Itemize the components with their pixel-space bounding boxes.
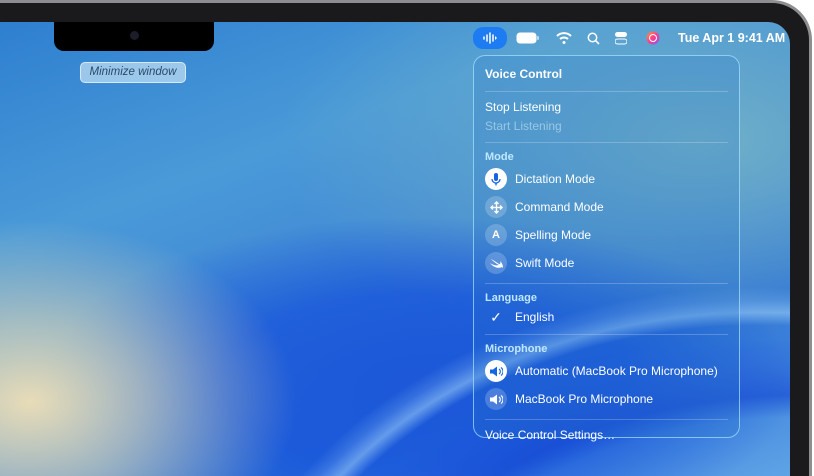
voice-control-icon — [483, 32, 497, 44]
command-mode-item[interactable]: Command Mode — [485, 193, 728, 221]
letter-a-icon: A — [485, 224, 507, 246]
start-listening-item: Start Listening — [485, 119, 562, 133]
microphone-automatic-label: Automatic (MacBook Pro Microphone) — [515, 364, 718, 378]
control-center-icon[interactable] — [614, 28, 628, 48]
separator — [485, 334, 728, 335]
separator — [485, 91, 728, 92]
battery-icon[interactable] — [516, 28, 540, 48]
swift-mode-label: Swift Mode — [515, 256, 575, 270]
separator — [485, 142, 728, 143]
swift-icon — [485, 252, 507, 274]
tooltip: Minimize window — [80, 62, 186, 83]
search-icon[interactable] — [586, 28, 600, 48]
voice-control-menu-extra[interactable] — [473, 27, 507, 49]
move-arrows-icon — [485, 196, 507, 218]
menu-title: Voice Control — [485, 67, 563, 81]
siri-icon[interactable] — [645, 28, 661, 48]
voice-control-settings-item[interactable]: Voice Control Settings… — [485, 426, 728, 445]
dictation-mode-item[interactable]: Dictation Mode — [485, 165, 728, 193]
microphone-header: Microphone — [485, 343, 548, 355]
language-english-item[interactable]: ✓ English — [485, 306, 728, 328]
microphone-automatic-item[interactable]: Automatic (MacBook Pro Microphone) — [485, 357, 728, 385]
stop-listening-item[interactable]: Stop Listening — [485, 98, 728, 117]
wifi-icon[interactable] — [555, 28, 573, 48]
spelling-mode-item[interactable]: A Spelling Mode — [485, 221, 728, 249]
command-mode-label: Command Mode — [515, 200, 604, 214]
menu-bar-clock[interactable]: Tue Apr 1 9:41 AM — [678, 28, 785, 48]
spelling-mode-label: Spelling Mode — [515, 228, 592, 242]
dictation-mode-label: Dictation Mode — [515, 172, 596, 186]
swift-mode-item[interactable]: Swift Mode — [485, 249, 728, 277]
speaker-icon — [485, 388, 507, 410]
menu-bar: Tue Apr 1 9:41 AM — [0, 22, 790, 54]
speaker-icon — [485, 360, 507, 382]
language-label: English — [515, 310, 555, 324]
separator — [485, 419, 728, 420]
microphone-icon — [485, 168, 507, 190]
voice-control-menu: Voice Control Stop Listening Start Liste… — [473, 55, 740, 442]
mode-header: Mode — [485, 151, 514, 163]
microphone-macbook-label: MacBook Pro Microphone — [515, 392, 654, 406]
checkmark-icon: ✓ — [490, 308, 502, 325]
microphone-macbook-item[interactable]: MacBook Pro Microphone — [485, 385, 728, 413]
separator — [485, 283, 728, 284]
language-header: Language — [485, 292, 537, 304]
